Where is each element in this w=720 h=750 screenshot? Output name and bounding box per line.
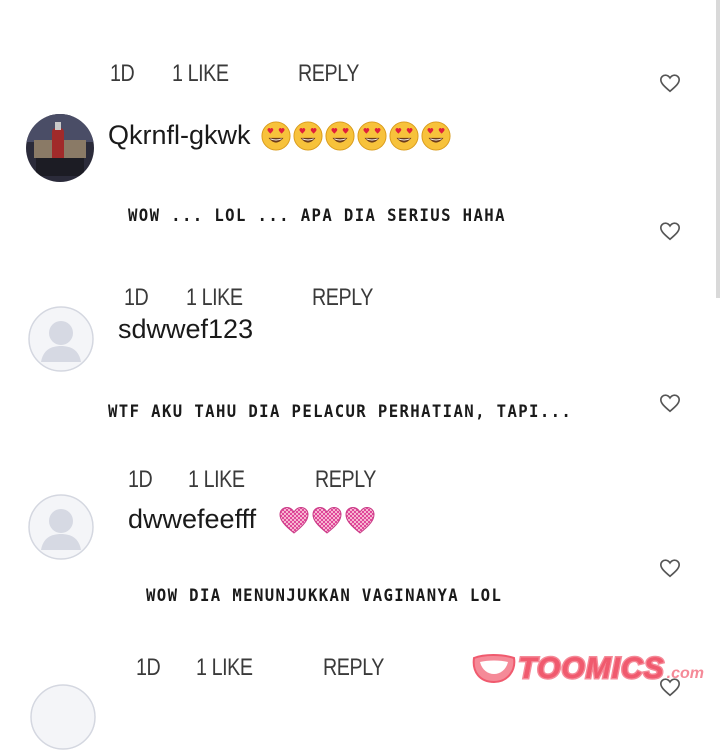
username[interactable]: sdwwef123 <box>118 314 253 345</box>
heart-eyes-emoji <box>260 120 291 151</box>
comment-age: 1D <box>110 60 135 87</box>
heart-outline-icon[interactable] <box>659 72 681 94</box>
heart-eyes-emoji <box>292 120 323 151</box>
user-photo-avatar <box>26 114 94 182</box>
comment-age: 1D <box>124 284 149 311</box>
comment-text: WOW DIA MENUNJUKKAN VAGINANYA LOL <box>146 586 503 606</box>
heart-outline-icon[interactable] <box>659 557 681 579</box>
watermark-text: TOOMICS <box>517 651 665 687</box>
emoji-row <box>278 505 377 535</box>
default-avatar-icon[interactable] <box>28 494 94 560</box>
username[interactable]: dwwefeefff <box>128 504 256 535</box>
heart-eyes-emoji <box>388 120 419 151</box>
comment-age: 1D <box>128 466 153 493</box>
comment-age: 1D <box>136 654 161 681</box>
like-count[interactable]: 1 LIKE <box>196 654 253 682</box>
heart-outline-icon[interactable] <box>659 220 681 242</box>
scrollbar[interactable] <box>716 0 720 298</box>
heart-eyes-emoji <box>356 120 387 151</box>
heart-outline-icon[interactable] <box>659 392 681 414</box>
pink-checkered-heart-emoji <box>345 506 375 534</box>
watermark-suffix: .com <box>666 665 704 682</box>
like-count[interactable]: 1 LIKE <box>188 466 245 494</box>
emoji-row <box>260 120 453 151</box>
like-count[interactable]: 1 LIKE <box>172 60 229 88</box>
pink-checkered-heart-emoji <box>279 506 309 534</box>
reply-button[interactable]: REPLY <box>323 654 384 682</box>
username[interactable]: Qkrnfl-gkwk <box>108 120 251 151</box>
reply-button[interactable]: REPLY <box>312 284 373 312</box>
heart-eyes-emoji <box>420 120 451 151</box>
default-avatar-icon[interactable] <box>28 306 94 372</box>
reply-button[interactable]: REPLY <box>298 60 359 88</box>
reply-button[interactable]: REPLY <box>315 466 376 494</box>
toomics-mouth-icon <box>472 654 516 684</box>
like-count[interactable]: 1 LIKE <box>186 284 243 312</box>
comment-text: WTF AKU TAHU DIA PELACUR PERHATIAN, TAPI… <box>108 402 573 422</box>
comment-text: WOW ... LOL ... APA DIA SERIUS HAHA <box>128 206 506 226</box>
avatar[interactable] <box>26 114 94 182</box>
pink-checkered-heart-emoji <box>312 506 342 534</box>
default-avatar-icon[interactable] <box>30 684 96 750</box>
watermark-logo: TOOMICS .com <box>470 651 704 687</box>
heart-eyes-emoji <box>324 120 355 151</box>
